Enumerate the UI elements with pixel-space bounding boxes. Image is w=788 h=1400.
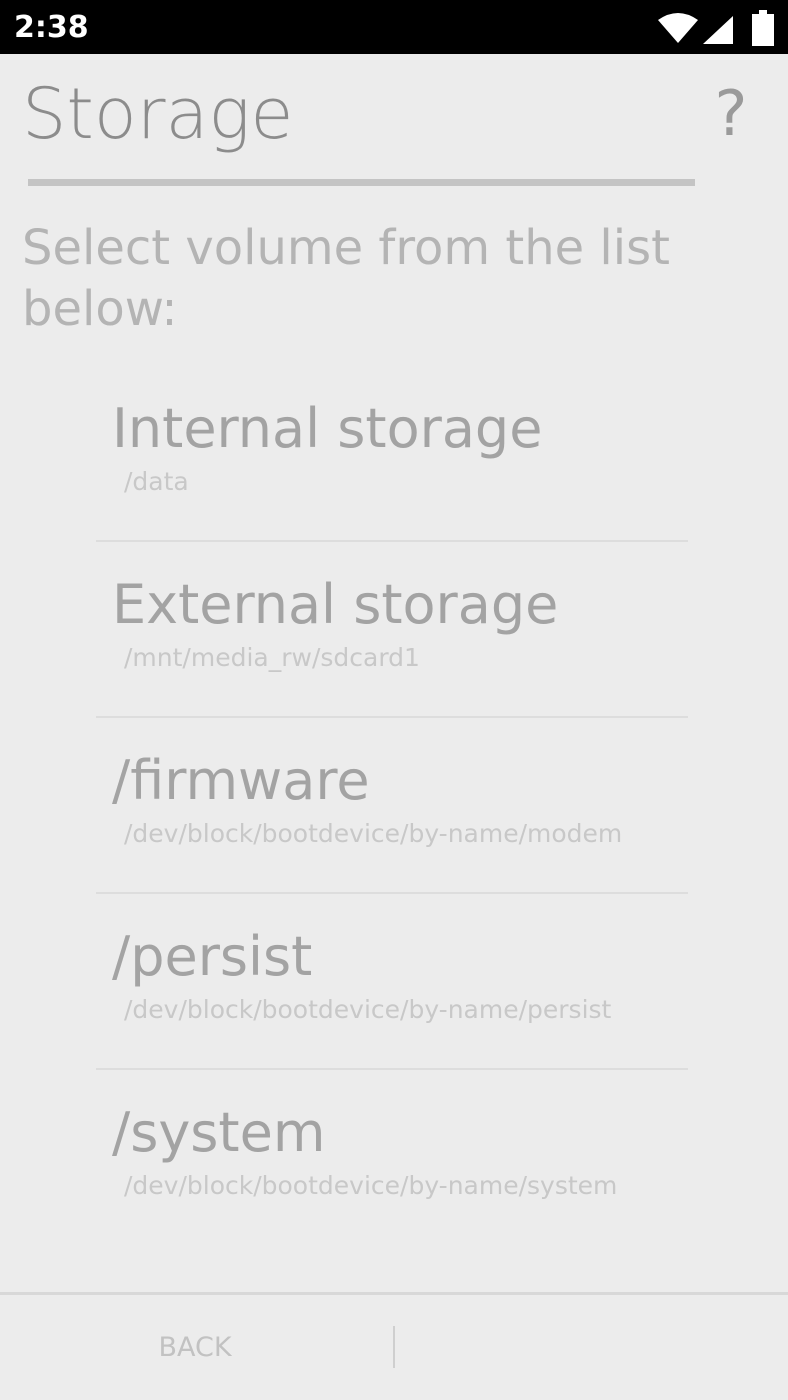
volume-path: /dev/block/bootdevice/by-name/modem — [124, 819, 623, 848]
wifi-icon — [658, 13, 698, 43]
button-separator — [393, 1326, 395, 1368]
volume-name: Internal storage — [112, 397, 543, 460]
back-button[interactable]: BACK — [120, 1318, 270, 1378]
status-time: 2:38 — [14, 10, 89, 45]
volume-item-firmware[interactable]: /firmware /dev/block/bootdevice/by-name/… — [96, 718, 688, 894]
page-title: Storage — [22, 73, 294, 155]
volume-path: /mnt/media_rw/sdcard1 — [124, 643, 420, 672]
volume-name: External storage — [112, 573, 559, 636]
bottom-bar-divider — [0, 1292, 788, 1295]
volume-item-external-storage[interactable]: External storage /mnt/media_rw/sdcard1 — [96, 542, 688, 718]
help-button[interactable]: ? — [708, 76, 754, 152]
status-bar: 2:38 — [0, 0, 788, 54]
volume-item-persist[interactable]: /persist /dev/block/bootdevice/by-name/p… — [96, 894, 688, 1070]
battery-icon — [752, 10, 774, 46]
volume-item-internal-storage[interactable]: Internal storage /data — [96, 366, 688, 542]
instruction-text: Select volume from the list below: — [22, 220, 670, 337]
volume-item-system[interactable]: /system /dev/block/bootdevice/by-name/sy… — [96, 1070, 688, 1246]
title-underline — [28, 179, 695, 186]
signal-icon — [703, 16, 733, 44]
volume-path: /dev/block/bootdevice/by-name/system — [124, 1171, 618, 1200]
volume-name: /system — [112, 1101, 326, 1164]
volume-path: /data — [124, 467, 189, 496]
volume-name: /persist — [112, 925, 313, 988]
volume-path: /dev/block/bootdevice/by-name/persist — [124, 995, 612, 1024]
volume-name: /firmware — [112, 749, 370, 812]
